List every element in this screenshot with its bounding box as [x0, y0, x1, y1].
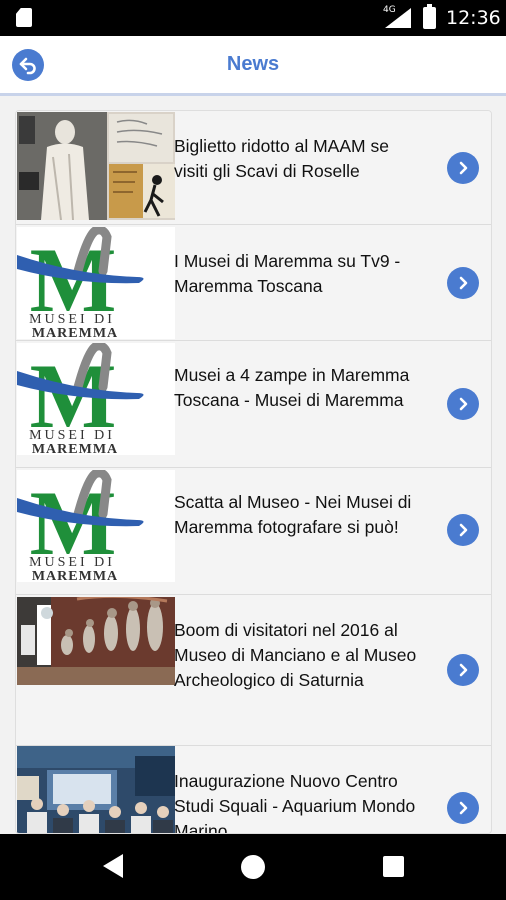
clock: 12:36 — [446, 7, 501, 29]
battery-icon — [423, 4, 436, 29]
open-news-button[interactable] — [447, 152, 479, 184]
news-title[interactable]: Biglietto ridotto al MAAM se visiti gli … — [174, 134, 424, 184]
news-list[interactable]: Biglietto ridotto al MAAM se visiti gli … — [15, 110, 492, 834]
logo-text-2: MAREMMA — [32, 569, 118, 582]
musei-di-maremma-logo: M MUSEI DI MAREMMA — [17, 343, 175, 455]
open-news-button[interactable] — [447, 267, 479, 299]
logo-text-1: MUSEI DI — [29, 555, 115, 570]
news-thumbnail-museum-poster — [17, 112, 175, 220]
nav-back-icon[interactable] — [103, 854, 123, 878]
musei-di-maremma-logo: M MUSEI DI MAREMMA — [17, 227, 175, 339]
news-thumbnail-musei-logo: M MUSEI DI MAREMMA — [17, 343, 175, 455]
news-thumbnail-musei-logo: M MUSEI DI MAREMMA — [17, 470, 175, 582]
open-news-button[interactable] — [447, 654, 479, 686]
chevron-right-icon — [459, 663, 468, 677]
news-item[interactable]: M MUSEI DI MAREMMA Musei a 4 zampe in Ma… — [16, 341, 491, 468]
news-title[interactable]: I Musei di Maremma su Tv9 - Maremma Tosc… — [174, 249, 424, 299]
app-bar: News — [0, 36, 506, 96]
open-news-button[interactable] — [447, 388, 479, 420]
status-bar: 4G 12:36 — [0, 0, 506, 36]
chevron-right-icon — [459, 801, 468, 815]
sd-card-icon — [16, 8, 32, 27]
logo-text-1: MUSEI DI — [29, 312, 115, 327]
news-item[interactable]: Inaugurazione Nuovo Centro Studi Squali … — [16, 746, 491, 833]
news-item[interactable]: Biglietto ridotto al MAAM se visiti gli … — [16, 111, 491, 225]
news-thumbnail-aquarium-crowd — [17, 746, 175, 833]
navigation-bar — [0, 834, 506, 900]
news-item[interactable]: M MUSEI DI MAREMMA Scatta al Museo - Nei… — [16, 468, 491, 595]
logo-text-2: MAREMMA — [32, 326, 118, 339]
logo-text-1: MUSEI DI — [29, 428, 115, 443]
news-item[interactable]: Boom di visitatori nel 2016 al Museo di … — [16, 595, 491, 746]
open-news-button[interactable] — [447, 792, 479, 824]
news-title[interactable]: Scatta al Museo - Nei Musei di Maremma f… — [174, 490, 424, 540]
news-title[interactable]: Musei a 4 zampe in Maremma Toscana - Mus… — [174, 363, 424, 413]
news-title[interactable]: Boom di visitatori nel 2016 al Museo di … — [174, 618, 424, 693]
chevron-right-icon — [459, 523, 468, 537]
page-title: News — [226, 53, 280, 75]
news-thumbnail-evolution-exhibit — [17, 597, 175, 685]
musei-di-maremma-logo: M MUSEI DI MAREMMA — [17, 470, 175, 582]
news-thumbnail-musei-logo: M MUSEI DI MAREMMA — [17, 227, 175, 339]
chevron-right-icon — [459, 397, 468, 411]
open-news-button[interactable] — [447, 514, 479, 546]
logo-text-2: MAREMMA — [32, 442, 118, 455]
chevron-right-icon — [459, 276, 468, 290]
chevron-right-icon — [459, 161, 468, 175]
signal-icon — [385, 8, 411, 28]
news-item[interactable]: M MUSEI DI MAREMMA I Musei di Maremma su… — [16, 225, 491, 341]
nav-home-icon[interactable] — [241, 855, 265, 879]
news-title[interactable]: Inaugurazione Nuovo Centro Studi Squali … — [174, 769, 424, 833]
nav-recents-icon[interactable] — [383, 856, 404, 877]
